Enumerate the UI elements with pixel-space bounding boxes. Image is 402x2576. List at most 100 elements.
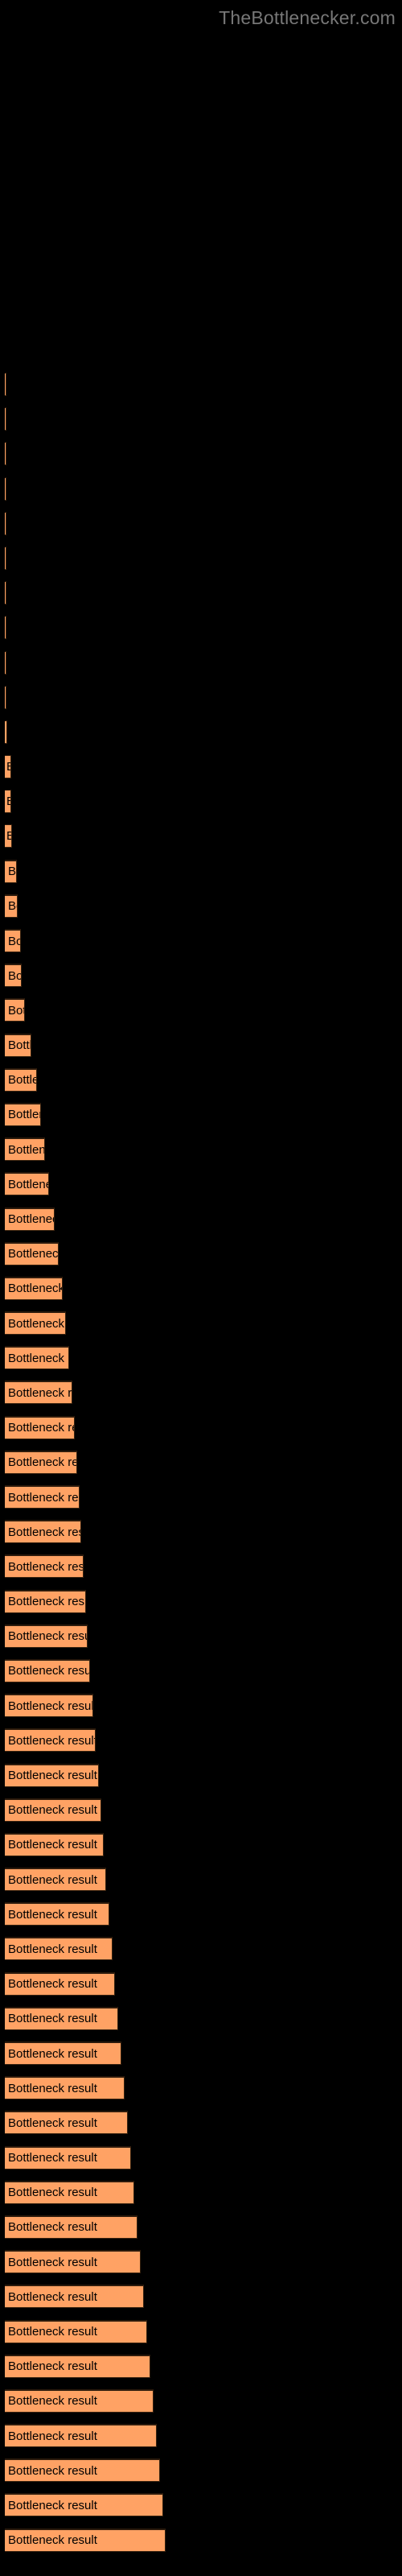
bar-45[interactable]: Bottleneck result — [5, 1902, 109, 1926]
bar-13[interactable]: Bottleneck result — [5, 790, 11, 814]
bar-24[interactable]: Bottleneck result — [5, 1172, 49, 1196]
bar-32[interactable]: Bottleneck result — [5, 1450, 77, 1474]
bar-58[interactable]: Bottleneck result — [5, 2354, 150, 2378]
bar-label: Bottleneck result — [5, 830, 11, 842]
bar-row: Bottleneck result — [0, 1896, 402, 1930]
bar-40[interactable]: Bottleneck result — [5, 1728, 96, 1752]
bar-label: Bottleneck result — [8, 2081, 97, 2095]
bar-row: Bottleneck result — [0, 992, 402, 1026]
bar-60[interactable]: Bottleneck result — [5, 2424, 157, 2448]
bar-17[interactable]: Bottleneck result — [5, 929, 21, 952]
bar-6[interactable]: Bottleneck result — [5, 546, 6, 570]
bar-8[interactable]: Bottleneck result — [5, 616, 6, 640]
bar-46[interactable]: Bottleneck result — [5, 1937, 113, 1961]
bar-1[interactable]: Bottleneck result — [5, 373, 6, 396]
bar-43[interactable]: Bottleneck result — [5, 1832, 104, 1856]
bar-7[interactable]: Bottleneck result — [5, 581, 6, 605]
bar-4[interactable]: Bottleneck result — [5, 477, 6, 501]
bar-49[interactable]: Bottleneck result — [5, 2041, 121, 2065]
bar-row: Bottleneck result — [0, 2000, 402, 2035]
bar-53[interactable]: Bottleneck result — [5, 2180, 134, 2204]
bar-36[interactable]: Bottleneck result — [5, 1589, 86, 1613]
bar-44[interactable]: Bottleneck result — [5, 1868, 106, 1892]
bar-label: Bottleneck result — [5, 621, 6, 634]
bar-25[interactable]: Bottleneck result — [5, 1207, 55, 1231]
bar-row: Bottleneck result — [0, 2070, 402, 2104]
bar-row: Bottleneck result — [0, 1062, 402, 1096]
bar-row: Bottleneck result — [0, 2244, 402, 2278]
bar-56[interactable]: Bottleneck result — [5, 2285, 144, 2309]
bar-61[interactable]: Bottleneck result — [5, 2458, 160, 2483]
bar-label: Bottleneck result — [8, 2186, 97, 2200]
bar-row: Bottleneck result — [0, 645, 402, 679]
bar-23[interactable]: Bottleneck result — [5, 1137, 45, 1162]
bar-20[interactable]: Bottleneck result — [5, 1033, 31, 1057]
bar-12[interactable]: Bottleneck result — [5, 755, 11, 779]
bar-label: Bottleneck result — [8, 1073, 36, 1088]
bar-21[interactable]: Bottleneck result — [5, 1067, 37, 1092]
bar-5[interactable]: Bottleneck result — [5, 511, 6, 535]
bar-row: Bottleneck result — [0, 957, 402, 992]
bar-35[interactable]: Bottleneck result — [5, 1554, 84, 1579]
bar-label: Bottleneck result — [8, 1455, 76, 1470]
bar-label: Bottleneck result — [5, 726, 6, 738]
bar-row: Bottleneck result — [0, 2452, 402, 2487]
bar-51[interactable]: Bottleneck result — [5, 2111, 128, 2135]
bar-row: Bottleneck result — [0, 853, 402, 888]
bar-label: Bottleneck result — [8, 899, 17, 914]
bar-14[interactable]: Bottleneck result — [5, 824, 12, 848]
bar-label: Bottleneck result — [8, 1351, 68, 1365]
bar-22[interactable]: Bottleneck result — [5, 1102, 41, 1126]
bar-10[interactable]: Bottleneck result — [5, 685, 6, 709]
bar-label: Bottleneck result — [8, 2012, 97, 2026]
bar-34[interactable]: Bottleneck result — [5, 1520, 81, 1544]
bar-label: Bottleneck result — [8, 2046, 97, 2061]
bar-label: Bottleneck result — [8, 1559, 84, 1574]
bar-15[interactable]: Bottleneck result — [5, 859, 17, 883]
bar-62[interactable]: Bottleneck result — [5, 2493, 163, 2517]
bar-26[interactable]: Bottleneck result — [5, 1241, 59, 1265]
bar-42[interactable]: Bottleneck result — [5, 1798, 101, 1822]
bar-18[interactable]: Bottleneck result — [5, 964, 22, 988]
bar-38[interactable]: Bottleneck result — [5, 1658, 90, 1682]
bar-19[interactable]: Bottleneck result — [5, 998, 25, 1022]
bar-label: Bottleneck result — [8, 1038, 31, 1053]
bar-39[interactable]: Bottleneck result — [5, 1694, 93, 1718]
bar-54[interactable]: Bottleneck result — [5, 2215, 137, 2239]
bar-50[interactable]: Bottleneck result — [5, 2076, 125, 2100]
page-root: TheBottlenecker.com Bottleneck result Bot… — [0, 0, 402, 2576]
bar-row: Bottleneck result — [0, 1131, 402, 1166]
bar-label: Bottleneck result — [8, 2325, 97, 2339]
bar-label: Bottleneck result — [8, 1942, 97, 1956]
bar-9[interactable]: Bottleneck result — [5, 650, 6, 675]
bar-row: Bottleneck result — [0, 2487, 402, 2521]
bar-29[interactable]: Bottleneck result — [5, 1346, 69, 1370]
bar-57[interactable]: Bottleneck result — [5, 2319, 147, 2343]
bar-31[interactable]: Bottleneck result — [5, 1415, 75, 1439]
bar-row: Bottleneck result — [0, 1201, 402, 1236]
bar-37[interactable]: Bottleneck result — [5, 1624, 88, 1648]
bar-52[interactable]: Bottleneck result — [5, 2145, 131, 2169]
bar-30[interactable]: Bottleneck result — [5, 1381, 72, 1405]
bar-41[interactable]: Bottleneck result — [5, 1763, 99, 1787]
bar-2[interactable]: Bottleneck result — [5, 407, 6, 431]
bar-row: Bottleneck result — [0, 2209, 402, 2244]
bar-63[interactable]: Bottleneck result — [5, 2528, 166, 2552]
bar-3[interactable]: Bottleneck result — [5, 442, 6, 466]
bar-11[interactable]: Bottleneck result — [5, 720, 7, 744]
bar-48[interactable]: Bottleneck result — [5, 2006, 118, 2030]
bar-row: Bottleneck result — [0, 714, 402, 749]
bar-label: Bottleneck result — [8, 1212, 54, 1226]
bar-47[interactable]: Bottleneck result — [5, 1971, 115, 1996]
bar-28[interactable]: Bottleneck result — [5, 1311, 66, 1335]
bar-27[interactable]: Bottleneck result — [5, 1276, 63, 1300]
bar-row: Bottleneck result — [0, 679, 402, 714]
bar-row: Bottleneck result — [0, 366, 402, 401]
bar-row: Bottleneck result — [0, 1270, 402, 1305]
site-header: TheBottlenecker.com — [0, 0, 402, 35]
bar-59[interactable]: Bottleneck result — [5, 2388, 154, 2413]
bar-row: Bottleneck result — [0, 1340, 402, 1374]
bar-16[interactable]: Bottleneck result — [5, 894, 18, 918]
bar-55[interactable]: Bottleneck result — [5, 2250, 141, 2274]
bar-33[interactable]: Bottleneck result — [5, 1485, 80, 1509]
